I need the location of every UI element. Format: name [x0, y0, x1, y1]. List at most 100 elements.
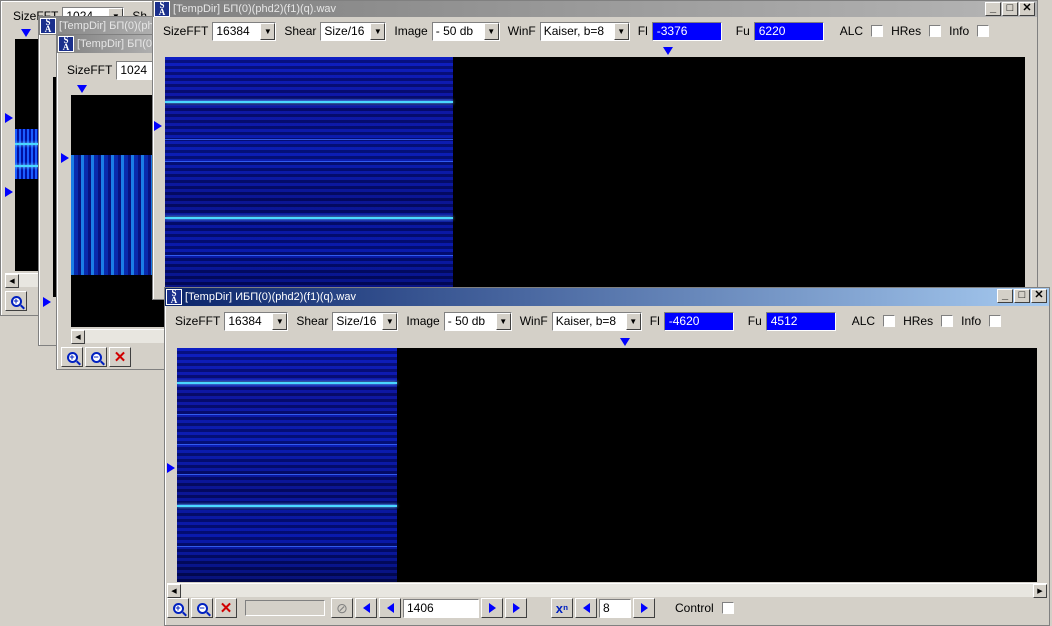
scroll-left-button[interactable]: ◀: [71, 330, 85, 344]
reset-zoom-button[interactable]: ✕: [215, 598, 237, 618]
alc-checkbox[interactable]: [883, 315, 896, 327]
title-bar[interactable]: SA [TempDir] БП(0)(phd2)(f1)(q).wav _ □ …: [153, 1, 1037, 17]
position-field[interactable]: 1406: [403, 598, 479, 618]
power-label: xⁿ: [555, 600, 569, 616]
scroll-left-button[interactable]: ◀: [5, 274, 19, 288]
spectrogram[interactable]: [165, 57, 1025, 297]
zoom-in-icon: +: [10, 295, 22, 307]
chevron-down-icon[interactable]: ▼: [382, 312, 398, 330]
power-field[interactable]: 8: [599, 598, 631, 618]
maximize-button[interactable]: □: [1002, 2, 1018, 16]
app-icon: SA: [166, 289, 182, 305]
next-button[interactable]: [481, 598, 503, 618]
title-bar[interactable]: SA [TempDir] ИБП(0)(phd2)(f1)(q).wav _ □…: [165, 288, 1049, 306]
marker-left[interactable]: [61, 153, 69, 163]
shear-label: Shear: [284, 24, 317, 38]
chevron-down-icon[interactable]: ▼: [370, 22, 386, 40]
window-controls: _ □ ✕: [985, 2, 1035, 16]
app-icon: SA: [154, 1, 170, 17]
info-checkbox[interactable]: [977, 25, 990, 37]
sizefft-value: 16384: [228, 314, 262, 328]
sizefft-select[interactable]: 16384 ▼: [212, 21, 277, 41]
chevron-down-icon[interactable]: ▼: [495, 312, 511, 330]
fl-label: Fl: [637, 24, 648, 38]
close-button[interactable]: ✕: [1019, 2, 1035, 16]
zoom-in-button[interactable]: +: [5, 291, 27, 311]
bottom-toolbar: +: [5, 289, 29, 313]
chevron-down-icon[interactable]: ▼: [260, 22, 276, 40]
spectral-line: [165, 161, 453, 162]
sizefft-select[interactable]: 1024: [116, 60, 157, 80]
time-marker-left[interactable]: [154, 121, 162, 131]
zoom-in-button[interactable]: +: [167, 598, 189, 618]
fu-field[interactable]: 4512: [765, 311, 836, 331]
power-button[interactable]: xⁿ: [551, 598, 573, 618]
spectrum-window-main[interactable]: SA [TempDir] ИБП(0)(phd2)(f1)(q).wav _ □…: [164, 287, 1050, 626]
winf-select[interactable]: Kaiser, b=8 ▼: [539, 21, 630, 41]
chevron-down-icon[interactable]: ▼: [625, 312, 641, 330]
alc-checkbox[interactable]: [871, 25, 884, 37]
horizontal-scrollbar[interactable]: ◀: [71, 329, 165, 344]
power-up-button[interactable]: [633, 598, 655, 618]
power-down-button[interactable]: [575, 598, 597, 618]
toolbar: SizeFFT 16384 ▼ Shear Size/16 ▼ Image - …: [167, 308, 1047, 334]
prev-button[interactable]: [379, 598, 401, 618]
hres-checkbox[interactable]: [941, 315, 954, 327]
hres-checkbox[interactable]: [929, 25, 942, 37]
zoom-out-icon: −: [196, 602, 208, 614]
close-button[interactable]: ✕: [1031, 289, 1047, 303]
image-select[interactable]: - 50 db ▼: [431, 21, 500, 41]
chevron-down-icon[interactable]: ▼: [272, 312, 288, 330]
toolbar: SizeFFT 1024: [59, 57, 163, 83]
winf-value: Kaiser, b=8: [543, 24, 605, 38]
prev-icon: [582, 603, 590, 613]
zoom-in-icon: +: [172, 602, 184, 614]
minimize-button[interactable]: _: [985, 2, 1001, 16]
fl-field[interactable]: -3376: [651, 21, 722, 41]
marker-left[interactable]: [43, 297, 51, 307]
maximize-button[interactable]: □: [1014, 289, 1030, 303]
bottom-toolbar: + − ✕ ⊘ 1406 xⁿ 8 Control: [167, 596, 734, 620]
minimize-button[interactable]: _: [997, 289, 1013, 303]
reset-zoom-button[interactable]: ✕: [109, 347, 131, 367]
image-select[interactable]: - 50 db ▼: [443, 311, 512, 331]
frequency-marker-top[interactable]: [663, 47, 673, 55]
frequency-marker-top[interactable]: [620, 338, 630, 346]
marker-top[interactable]: [77, 85, 87, 93]
sizefft-select[interactable]: 16384 ▼: [224, 311, 289, 331]
sizefft-label: SizeFFT: [67, 63, 113, 77]
next-fast-button[interactable]: [505, 598, 527, 618]
app-icon: SA: [40, 18, 56, 34]
reset-zoom-icon: ✕: [219, 600, 233, 617]
shear-select[interactable]: Size/16 ▼: [332, 311, 399, 331]
title-bar[interactable]: SA [TempDir] БП(0)(phd2)(f1)(q).wav: [57, 35, 165, 53]
marker-top[interactable]: [21, 29, 31, 37]
chevron-down-icon[interactable]: ▼: [483, 22, 499, 40]
zoom-in-button[interactable]: +: [61, 347, 83, 367]
spectrogram[interactable]: [15, 39, 39, 271]
scroll-right-button[interactable]: ▶: [1033, 584, 1047, 598]
spectrum-window-back-3[interactable]: SA [TempDir] БП(0)(phd2)(f1)(q).wav Size…: [56, 34, 166, 370]
spectral-line: [165, 217, 453, 219]
info-checkbox[interactable]: [989, 315, 1002, 327]
horizontal-scrollbar[interactable]: ◀ ▶: [167, 583, 1047, 598]
winf-select[interactable]: Kaiser, b=8 ▼: [551, 311, 642, 331]
marker-left-2[interactable]: [5, 187, 13, 197]
fl-field[interactable]: -4620: [663, 311, 734, 331]
time-marker-left[interactable]: [167, 463, 175, 473]
control-checkbox[interactable]: [721, 602, 734, 614]
zoom-out-button[interactable]: −: [85, 347, 107, 367]
title-bar[interactable]: SA [TempDir] БП(0)(phd2)(f1)(q).wav: [39, 17, 167, 35]
alc-label: ALC: [851, 314, 876, 328]
info-label: Info: [961, 314, 982, 328]
marker-left-1[interactable]: [5, 113, 13, 123]
spectrogram[interactable]: [177, 348, 1037, 582]
shear-select[interactable]: Size/16 ▼: [320, 21, 387, 41]
stop-button[interactable]: ⊘: [331, 598, 353, 618]
window-title: [TempDir] ИБП(0)(phd2)(f1)(q).wav: [185, 291, 356, 303]
fu-field[interactable]: 6220: [753, 21, 824, 41]
spectrum-window-top[interactable]: SA [TempDir] БП(0)(phd2)(f1)(q).wav _ □ …: [152, 0, 1038, 300]
chevron-down-icon[interactable]: ▼: [613, 22, 629, 40]
prev-fast-button[interactable]: [355, 598, 377, 618]
zoom-out-button[interactable]: −: [191, 598, 213, 618]
